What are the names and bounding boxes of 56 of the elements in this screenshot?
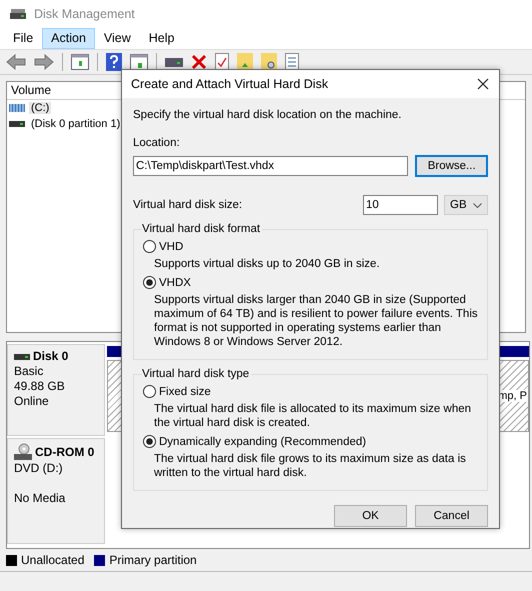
disk-name: Disk 0	[33, 349, 68, 364]
volume-icon	[9, 104, 25, 112]
menu-item[interactable]: File	[4, 28, 42, 49]
radio-label[interactable]: VHD	[159, 240, 184, 252]
help-icon[interactable]	[106, 53, 122, 72]
disk-detail: DVD (D:)	[14, 461, 64, 476]
instruction-text: Specify the virtual hard disk location on the machine.	[133, 109, 402, 121]
cancel-button[interactable]: Cancel	[415, 505, 488, 527]
option-description: The virtual hard disk file is allocated to its maximum size when the virtual hard disk is created.	[153, 402, 472, 430]
radio-button[interactable]	[143, 276, 156, 289]
legend-label: Unallocated	[21, 553, 84, 568]
group-title: Virtual hard disk type	[142, 368, 252, 380]
location-field[interactable]: C:\Temp\diskpart\Test.vhdx	[133, 156, 408, 176]
size-field[interactable]: 10	[363, 195, 438, 215]
drive-entry[interactable]: (C:)	[29, 102, 52, 114]
legend-label: Primary partition	[109, 553, 197, 568]
checked-page-icon[interactable]	[215, 53, 229, 72]
option-description: Supports virtual disks up to 2040 GB in size.	[153, 257, 381, 271]
window-title: Disk Management	[34, 7, 135, 22]
browse-button[interactable]: Browse...	[415, 155, 488, 177]
option-description: The virtual hard disk file grows to its maximum size as data is written to the virtual hard disk.	[153, 452, 467, 480]
disk-drive-icon[interactable]	[165, 56, 183, 68]
close-icon[interactable]	[477, 78, 489, 90]
disk-detail: Basic	[14, 364, 44, 380]
back-arrow-icon[interactable]	[6, 54, 26, 70]
volume-icon	[9, 121, 25, 128]
unit-dropdown[interactable]: GB	[444, 195, 488, 215]
disk-drive-icon	[14, 354, 30, 360]
size-label: Virtual hard disk size:	[133, 199, 244, 211]
radio-label[interactable]: Fixed size	[159, 386, 211, 398]
disk-detail: 49.88 GB	[14, 379, 66, 394]
checklist-icon[interactable]	[285, 53, 299, 72]
radio-button[interactable]	[143, 385, 156, 398]
drive-entry[interactable]: (Disk 0 partition 1)	[29, 118, 122, 130]
menu-item[interactable]: Help	[140, 28, 184, 49]
radio-label[interactable]: Dynamically expanding (Recommended)	[159, 436, 366, 448]
disk-detail: Online	[14, 394, 50, 410]
pane-icon[interactable]	[71, 54, 89, 70]
menu-item[interactable]: View	[94, 28, 140, 49]
optical-drive-icon	[14, 443, 32, 462]
disk-drive-icon	[10, 8, 26, 20]
group-title: Virtual hard disk format	[142, 223, 262, 235]
dialog-title: Create and Attach Virtual Hard Disk	[131, 77, 328, 91]
delete-icon[interactable]	[191, 54, 207, 70]
ok-button[interactable]: OK	[334, 505, 407, 527]
radio-button[interactable]	[143, 240, 156, 253]
disk-name: CD-ROM 0	[35, 444, 94, 460]
location-label: Location:	[133, 137, 181, 149]
option-description: Supports virtual disks larger than 2040 GB in size (Supported maximum of 64 TB) and is resilient to power failure events. This format is not supported in operating systems earlier than Windows 8 or Windows Server 2012.	[153, 293, 479, 349]
chevron-down-icon	[473, 202, 482, 208]
radio-button[interactable]	[143, 435, 156, 448]
radio-label[interactable]: VHDX	[159, 276, 191, 288]
menu-item[interactable]: Action	[42, 28, 95, 49]
forward-arrow-icon[interactable]	[34, 54, 54, 70]
disk-detail: No Media	[14, 491, 66, 506]
pane-icon[interactable]	[130, 54, 148, 70]
